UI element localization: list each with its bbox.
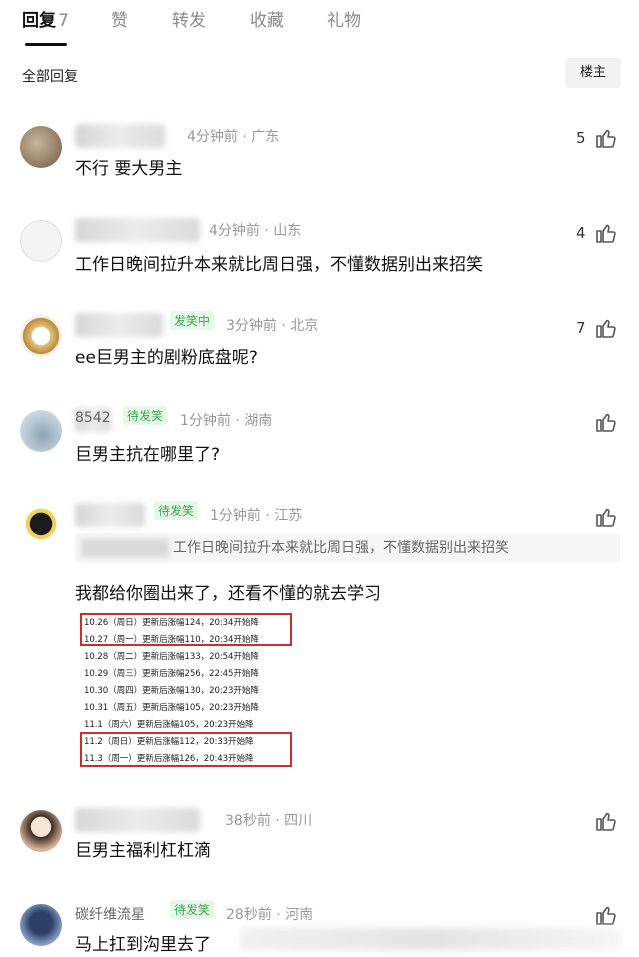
highlight-box bbox=[80, 613, 292, 646]
image-line: 10.28（周二）更新后涨幅133，20:54开始降 bbox=[84, 652, 259, 662]
watermark-blurred bbox=[240, 928, 620, 950]
avatar[interactable] bbox=[20, 505, 62, 547]
username-fragment[interactable]: 碳纤维流星 bbox=[75, 904, 145, 924]
tab-gifts[interactable]: 礼物 bbox=[327, 6, 361, 31]
like-button[interactable]: 7 bbox=[576, 316, 626, 344]
image-line: 11.1（周六）更新后涨幅105，20:23开始降 bbox=[84, 720, 254, 730]
tab-favorites[interactable]: 收藏 bbox=[250, 6, 284, 31]
tab-likes[interactable]: 赞 bbox=[111, 6, 128, 31]
username-blurred[interactable] bbox=[75, 313, 163, 337]
thumbs-up-icon bbox=[596, 508, 616, 527]
reply-filter-bar: 全部回复 楼主 bbox=[0, 58, 639, 92]
comment-meta: 1分钟前 · 江苏 bbox=[210, 508, 303, 524]
avatar[interactable] bbox=[20, 220, 62, 262]
avatar[interactable] bbox=[20, 904, 62, 946]
active-tab-indicator bbox=[25, 43, 67, 46]
quoted-username-blurred bbox=[81, 539, 169, 557]
quoted-text: 工作日晚间拉升本来就比周日强，不懂数据别出来招笑 bbox=[173, 540, 509, 556]
like-button[interactable]: 5 bbox=[576, 126, 626, 154]
like-count: 5 bbox=[576, 129, 586, 147]
thumbs-up-icon bbox=[596, 224, 616, 243]
like-button[interactable] bbox=[576, 505, 626, 533]
avatar[interactable] bbox=[20, 410, 62, 452]
like-button[interactable] bbox=[576, 410, 626, 438]
image-line: 10.30（周四）更新后涨幅130，20:23开始降 bbox=[84, 686, 259, 696]
tab-replies[interactable]: 回复 7 bbox=[22, 6, 69, 31]
status-badge: 发笑中 bbox=[170, 311, 215, 330]
status-badge: 待发笑 bbox=[154, 501, 199, 520]
attached-image[interactable]: 10.26（周日）更新后涨幅124，20:34开始降 10.27（周一）更新后涨… bbox=[78, 606, 300, 767]
comment-meta: 1分钟前 · 湖南 bbox=[180, 413, 273, 429]
tab-reposts[interactable]: 转发 bbox=[172, 6, 206, 31]
comment-text: 巨男主抗在哪里了? bbox=[75, 445, 221, 465]
like-button[interactable] bbox=[576, 809, 626, 837]
comment-text: 巨男主福利杠杠滴 bbox=[75, 841, 211, 861]
username-blurred[interactable] bbox=[75, 124, 165, 148]
username-blurred[interactable] bbox=[75, 808, 200, 832]
thumbs-up-icon bbox=[596, 812, 616, 831]
like-count: 4 bbox=[576, 224, 586, 242]
comment-text: 我都给你圈出来了，还看不懂的就去学习 bbox=[75, 584, 381, 604]
avatar[interactable] bbox=[20, 315, 62, 357]
comment-text: 不行 要大男主 bbox=[75, 159, 183, 179]
image-line: 10.31（周五）更新后涨幅105，20:23开始降 bbox=[84, 703, 259, 713]
thumbs-up-icon bbox=[596, 129, 616, 148]
status-badge: 待发笑 bbox=[123, 406, 168, 425]
like-button[interactable] bbox=[576, 903, 626, 931]
like-button[interactable]: 4 bbox=[576, 221, 626, 249]
avatar[interactable] bbox=[20, 126, 62, 168]
quoted-reply[interactable]: 工作日晚间拉升本来就比周日强，不懂数据别出来招笑 bbox=[75, 533, 620, 563]
username-fragment[interactable]: 8542 bbox=[75, 410, 111, 426]
comment-meta: 4分钟前 · 山东 bbox=[209, 223, 302, 239]
comment-text: ee巨男主的剧粉底盘呢? bbox=[75, 348, 258, 368]
comment-text: 马上扛到沟里去了 bbox=[75, 935, 211, 955]
tab-replies-count: 7 bbox=[58, 11, 69, 31]
highlight-box bbox=[80, 732, 292, 767]
comment-text: 工作日晚间拉升本来就比周日强，不懂数据别出来招笑 bbox=[75, 255, 483, 275]
thumbs-up-icon bbox=[596, 906, 616, 925]
status-badge: 待发笑 bbox=[170, 900, 215, 919]
thumbs-up-icon bbox=[596, 319, 616, 338]
like-count: 7 bbox=[576, 319, 586, 337]
comment-meta: 38秒前 · 四川 bbox=[225, 813, 313, 829]
comment-meta: 28秒前 · 河南 bbox=[226, 907, 314, 923]
avatar[interactable] bbox=[20, 810, 62, 852]
tab-bar: 回复 7 赞 转发 收藏 礼物 bbox=[0, 0, 639, 50]
thumbs-up-icon bbox=[596, 413, 616, 432]
all-replies-label[interactable]: 全部回复 bbox=[22, 66, 78, 86]
comment-meta: 4分钟前 · 广东 bbox=[187, 129, 280, 145]
username-blurred[interactable] bbox=[75, 503, 145, 527]
tab-replies-label: 回复 bbox=[22, 11, 56, 31]
username-blurred[interactable] bbox=[75, 218, 200, 242]
comment-meta: 3分钟前 · 北京 bbox=[226, 318, 319, 334]
owner-only-button[interactable]: 楼主 bbox=[565, 58, 621, 88]
image-line: 10.29（周三）更新后涨幅256，22:45开始降 bbox=[84, 669, 259, 679]
